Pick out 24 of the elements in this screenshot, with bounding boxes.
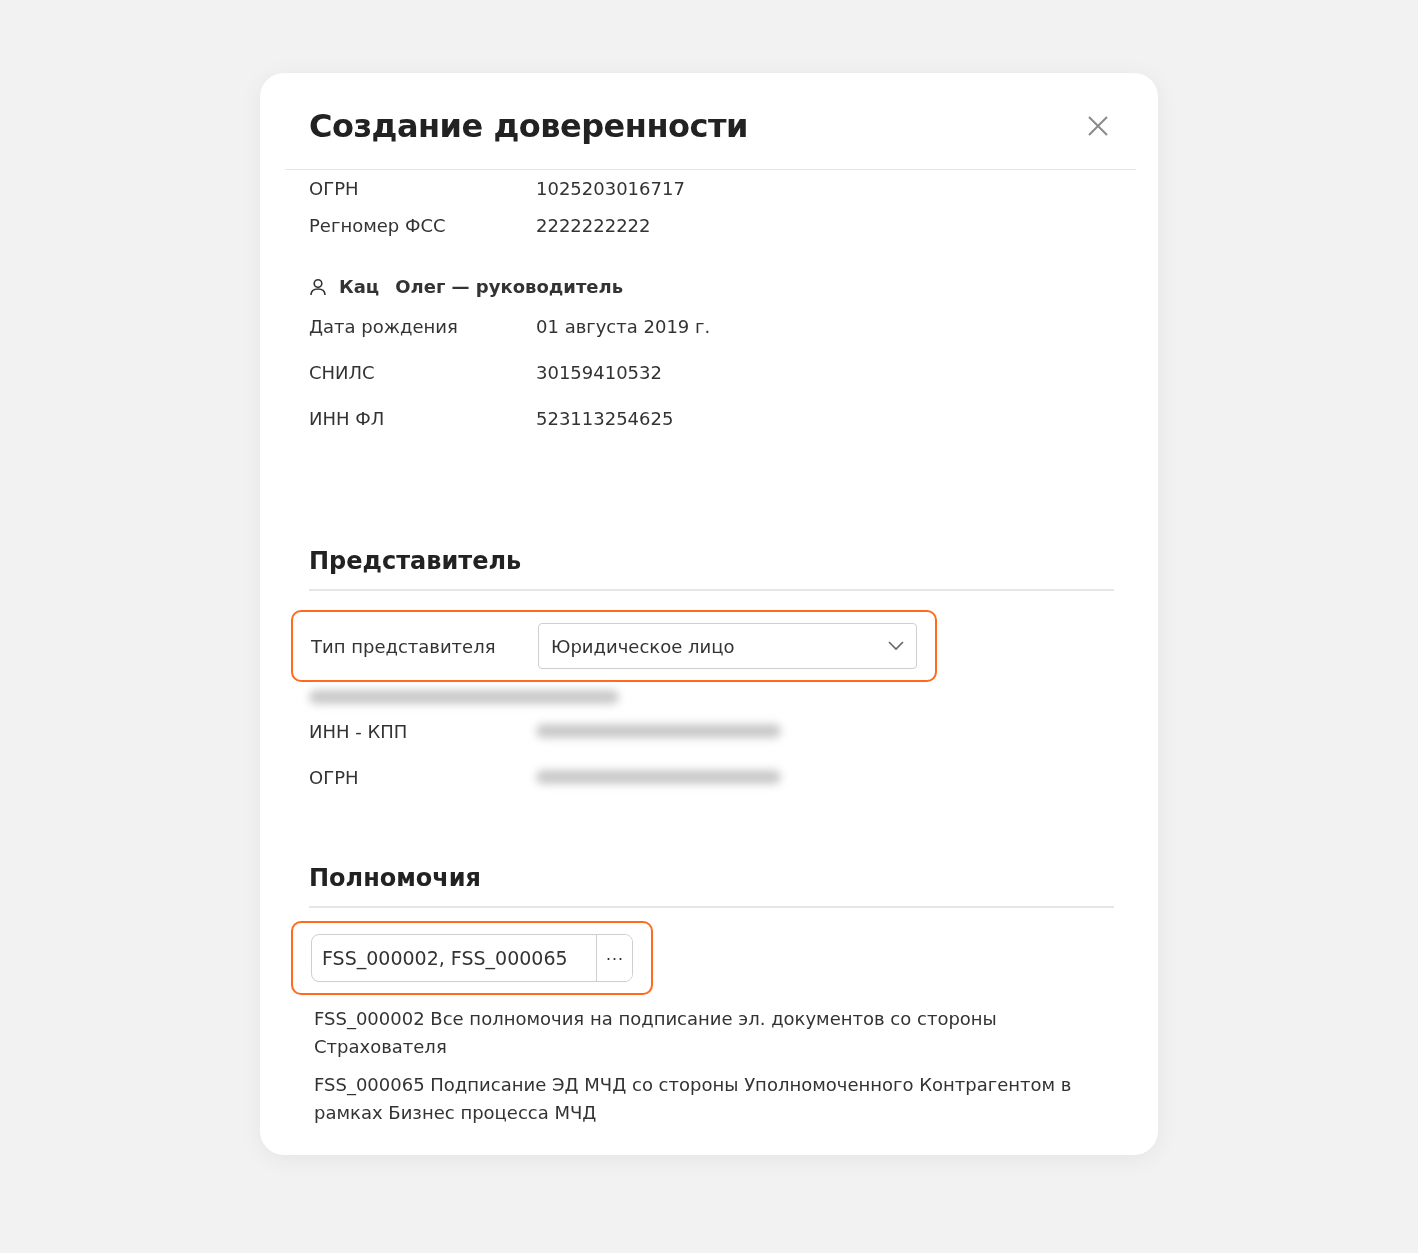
field-value: 01 августа 2019 г. — [536, 315, 711, 337]
field-label: ОГРН — [309, 766, 360, 788]
power-description: FSS_000002 Все полномочия на подписание эл. документов со стороны Страхователя — [314, 1007, 998, 1059]
type-select[interactable]: Юридическое лицо — [538, 623, 917, 669]
field-value: 523113254625 — [536, 407, 674, 429]
person-name-role: Олег — руководитель — [395, 276, 624, 297]
field-label: Дата рождения — [309, 315, 459, 337]
section-title: Представитель — [309, 547, 1114, 591]
user-icon — [309, 277, 327, 296]
section-title: Полномочия — [309, 864, 1114, 908]
power-description: FSS_000065 Подписание ЭД МЧД со стороны Уполномоченного Контрагентом в рамках Бизнес процесса МЧД — [314, 1073, 1073, 1125]
person-surname: Кац — [339, 276, 380, 297]
field-label: ИНН - КПП — [309, 720, 409, 742]
field-value: 1025203016717 — [536, 177, 685, 199]
field-value: 2222222222 — [536, 214, 651, 236]
field-label: СНИЛС — [309, 361, 376, 383]
field-label: ИНН ФЛ — [309, 407, 386, 429]
field-label: Регномер ФСС — [309, 214, 447, 236]
close-icon[interactable] — [1088, 116, 1108, 136]
field-label: ОГРН — [309, 177, 360, 199]
chevron-down-icon — [888, 641, 904, 651]
dialog-title: Создание доверенности — [309, 107, 748, 145]
field-label: Тип представителя — [311, 635, 497, 657]
field-value: 30159410532 — [536, 361, 662, 383]
